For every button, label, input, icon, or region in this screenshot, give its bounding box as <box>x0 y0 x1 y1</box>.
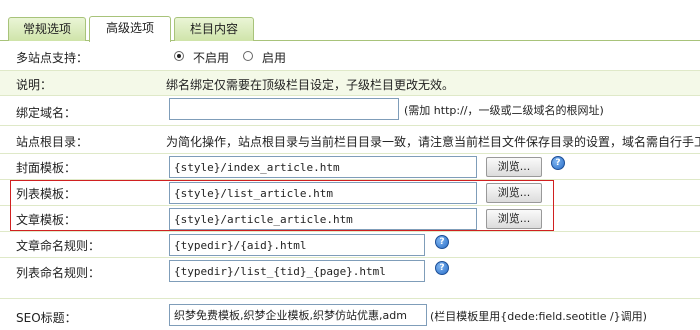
multisite-disable-radio[interactable] <box>174 51 184 61</box>
list-naming-help-icon[interactable]: ? <box>435 261 449 275</box>
multisite-enable-label: 启用 <box>262 51 287 65</box>
seo-title-label: SEO标题： <box>16 311 77 325</box>
bind-domain-row: 绑定域名： (需加 http://，一级或二级域名的根网址) <box>0 96 700 126</box>
multisite-label: 多站点支持： <box>16 51 89 65</box>
cover-template-browse-button[interactable]: 浏览... <box>486 157 542 177</box>
list-naming-label: 列表命名规则： <box>16 266 101 280</box>
site-root-label: 站点根目录： <box>16 135 89 149</box>
cover-template-input[interactable]: {style}/index_article.htm <box>169 156 477 178</box>
site-root-row: 站点根目录： 为简化操作，站点根目录与当前栏目目录一致，请注意当前栏目文件保存目… <box>0 126 700 154</box>
tab-general[interactable]: 常规选项 <box>8 17 86 41</box>
bind-domain-label: 绑定域名： <box>16 106 77 120</box>
cover-template-label: 封面模板： <box>16 161 77 175</box>
list-naming-row: 列表命名规则： {typedir}/list_{tid}_{page}.html… <box>0 258 700 299</box>
article-naming-label: 文章命名规则： <box>16 239 101 253</box>
list-naming-input[interactable]: {typedir}/list_{tid}_{page}.html <box>169 260 425 282</box>
multisite-disable-label: 不启用 <box>193 51 230 65</box>
site-root-text: 为简化操作，站点根目录与当前栏目目录一致，请注意当前栏目文件保存目录的设置，域名… <box>166 135 700 149</box>
tab-advanced[interactable]: 高级选项 <box>89 16 171 42</box>
tab-bar: 常规选项 高级选项 栏目内容 <box>0 0 700 42</box>
seo-title-input[interactable]: 织梦免费模板,织梦企业模板,织梦仿站优惠,adm <box>169 304 427 326</box>
note-row: 说明： 绑名绑定仅需要在顶级栏目设定，子级栏目更改无效。 <box>0 71 700 96</box>
highlight-box <box>10 180 554 231</box>
multisite-enable-radio[interactable] <box>243 51 253 61</box>
bind-domain-hint: (需加 http://，一级或二级域名的根网址) <box>404 104 604 117</box>
cover-template-row: 封面模板： {style}/index_article.htm 浏览... ? <box>0 154 700 180</box>
tab-column-content[interactable]: 栏目内容 <box>174 17 254 41</box>
seo-title-hint: (栏目模板里用{dede:field.seotitle /}调用) <box>430 310 647 323</box>
note-text: 绑名绑定仅需要在顶级栏目设定，子级栏目更改无效。 <box>166 78 455 92</box>
article-naming-row: 文章命名规则： {typedir}/{aid}.html ? <box>0 232 700 258</box>
seo-title-row: SEO标题： 织梦免费模板,织梦企业模板,织梦仿站优惠,adm (栏目模板里用{… <box>0 299 700 330</box>
multisite-row: 多站点支持： 不启用 启用 <box>0 42 700 71</box>
note-label: 说明： <box>16 78 53 92</box>
cover-template-help-icon[interactable]: ? <box>551 156 565 170</box>
bind-domain-input[interactable] <box>169 98 399 120</box>
article-naming-input[interactable]: {typedir}/{aid}.html <box>169 234 425 256</box>
article-naming-help-icon[interactable]: ? <box>435 235 449 249</box>
